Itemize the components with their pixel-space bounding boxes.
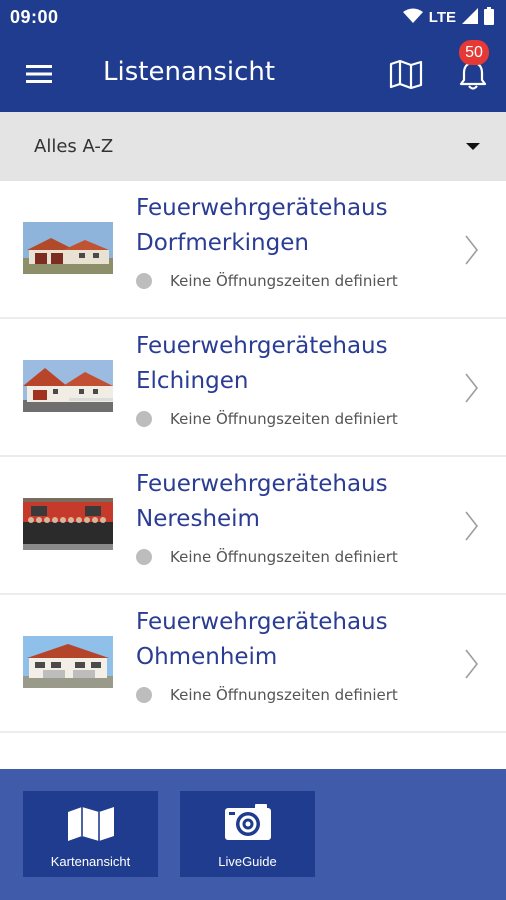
bell-icon <box>455 61 491 97</box>
thumbnail-image <box>23 222 113 274</box>
app-bar: Listenansicht <box>0 35 506 112</box>
status-dot-icon <box>136 687 152 703</box>
map-view-tab-button[interactable]: Kartenansicht <box>23 791 158 877</box>
opening-status: Keine Öffnungszeiten definiert <box>136 410 398 428</box>
status-bar: 09:00 LTE <box>0 0 506 35</box>
list-item[interactable]: Feuerwehrgerätehaus Neresheim Keine Öffn… <box>0 457 506 595</box>
status-dot-icon <box>136 273 152 289</box>
map-icon <box>389 59 423 93</box>
chevron-right-icon <box>462 233 480 267</box>
battery-icon <box>484 6 494 29</box>
menu-button[interactable] <box>24 60 56 88</box>
bottom-bar: Kartenansicht LiveGuide <box>0 769 506 900</box>
menu-icon <box>24 65 56 92</box>
notification-badge: 50 <box>459 40 489 65</box>
status-dot-icon <box>136 549 152 565</box>
thumbnail-image <box>23 498 113 550</box>
item-title: Feuerwehrgerätehaus Dorfmerkingen <box>136 195 388 256</box>
status-text: Keine Öffnungszeiten definiert <box>170 272 398 290</box>
status-text: Keine Öffnungszeiten definiert <box>170 410 398 428</box>
opening-status: Keine Öffnungszeiten definiert <box>136 272 398 290</box>
thumbnail-image <box>23 636 113 688</box>
folded-map-icon <box>66 806 116 846</box>
liveguide-label: LiveGuide <box>218 854 277 869</box>
status-text: Keine Öffnungszeiten definiert <box>170 686 398 704</box>
status-time: 09:00 <box>10 7 59 27</box>
status-dot-icon <box>136 411 152 427</box>
chevron-right-icon <box>462 371 480 405</box>
status-icons: LTE <box>402 6 494 29</box>
map-view-button[interactable] <box>389 59 423 90</box>
status-text: Keine Öffnungszeiten definiert <box>170 548 398 566</box>
list-item[interactable]: Feuerwehrgerätehaus Ohmenheim Keine Öffn… <box>0 595 506 733</box>
sort-dropdown[interactable]: Alles A-Z <box>0 112 506 181</box>
item-title: Feuerwehrgerätehaus Elchingen <box>136 333 388 394</box>
network-type: LTE <box>428 9 456 26</box>
opening-status: Keine Öffnungszeiten definiert <box>136 548 398 566</box>
liveguide-button[interactable]: LiveGuide <box>180 791 315 877</box>
wifi-icon <box>402 8 423 28</box>
item-title: Feuerwehrgerätehaus Ohmenheim <box>136 609 388 670</box>
list-item[interactable]: Feuerwehrgerätehaus Dorfmerkingen Keine … <box>0 181 506 319</box>
caret-down-icon <box>466 143 480 150</box>
camera-icon <box>223 802 273 846</box>
chevron-right-icon <box>462 509 480 543</box>
opening-status: Keine Öffnungszeiten definiert <box>136 686 398 704</box>
sort-label: Alles A-Z <box>34 136 114 157</box>
page-title: Listenansicht <box>103 57 276 87</box>
thumbnail-image <box>23 360 113 412</box>
item-title: Feuerwehrgerätehaus Neresheim <box>136 471 388 532</box>
location-list: Feuerwehrgerätehaus Dorfmerkingen Keine … <box>0 181 506 771</box>
list-item[interactable]: Feuerwehrgerätehaus Elchingen Keine Öffn… <box>0 319 506 457</box>
chevron-right-icon <box>462 647 480 681</box>
signal-icon <box>462 7 478 28</box>
map-view-label: Kartenansicht <box>50 854 131 869</box>
